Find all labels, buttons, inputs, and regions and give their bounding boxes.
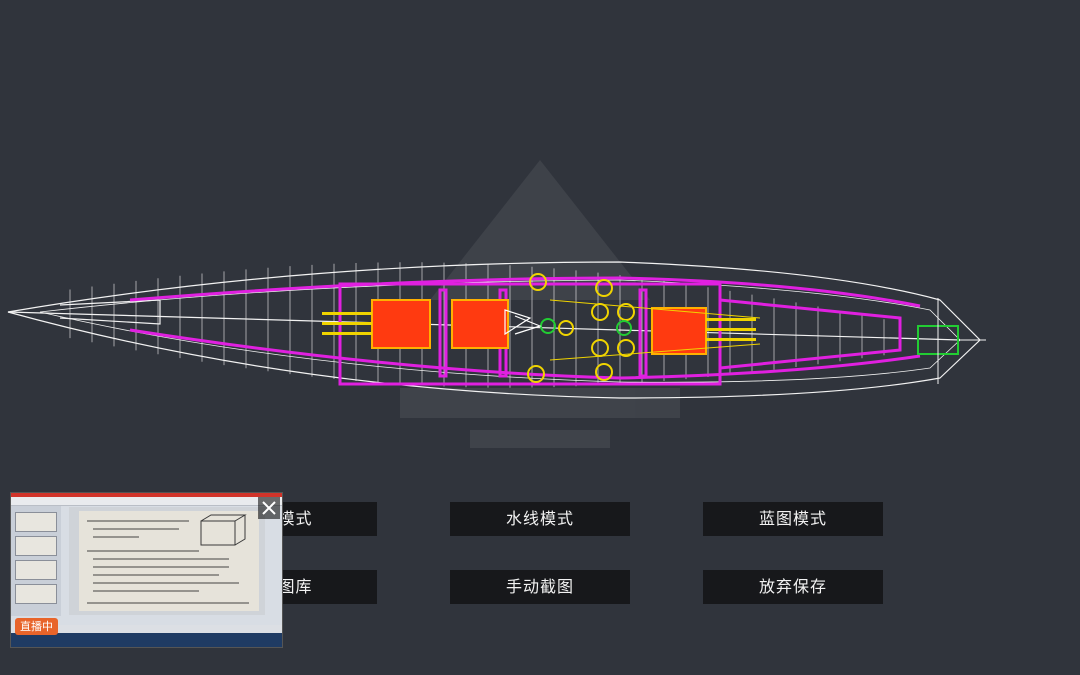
slide-thumbnail [15,584,57,604]
gun-turret-2[interactable] [451,299,509,349]
close-icon[interactable] [258,497,280,519]
pip-slide-preview [69,507,265,615]
waterline-mode-button[interactable]: 水线模式 [450,502,630,536]
live-badge: 直播中 [15,618,58,635]
pip-ribbon [11,497,282,506]
blueprint-mode-button[interactable]: 蓝图模式 [703,502,883,536]
gun-turret-1[interactable] [322,299,431,349]
discard-save-button[interactable]: 放弃保存 [703,570,883,604]
pip-slide-thumbnails [11,506,61,616]
live-stream-pip-window[interactable]: 直播中 [10,492,283,648]
manual-capture-button[interactable]: 手动截图 [450,570,630,604]
pip-taskbar [11,633,282,647]
deck-fittings [540,318,959,355]
gun-turret-3[interactable] [651,307,756,355]
studio-watermark-logo [400,160,680,448]
slide-thumbnail [15,512,57,532]
slide-thumbnail [15,560,57,580]
exam-paper-image [79,511,259,611]
slide-thumbnail [15,536,57,556]
